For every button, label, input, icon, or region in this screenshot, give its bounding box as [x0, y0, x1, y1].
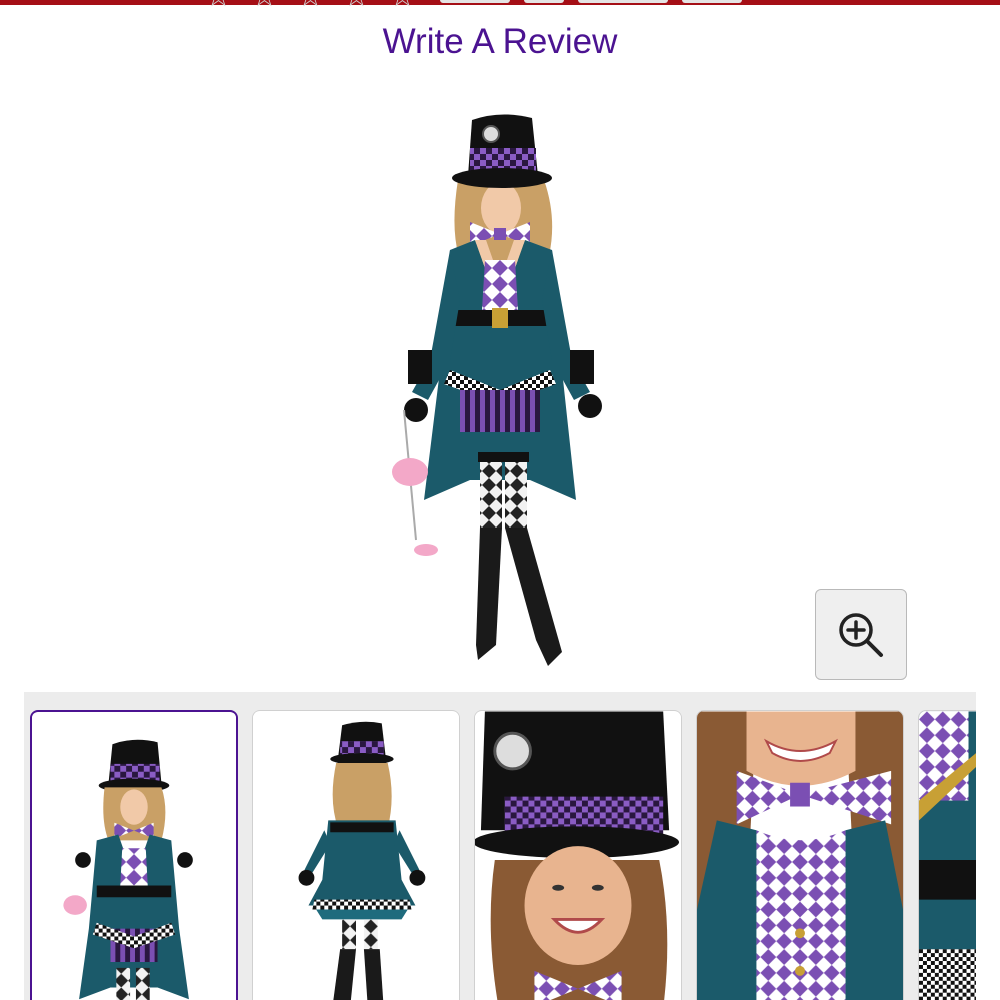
rating-summary-cutoff	[440, 0, 800, 4]
zoom-button[interactable]	[815, 589, 907, 680]
back-view-thumbnail	[253, 711, 459, 1000]
front-view-thumbnail	[32, 712, 236, 1000]
product-main-image[interactable]	[300, 100, 700, 680]
mad-hatter-costume-image	[392, 114, 602, 666]
thumbnail-bowtie-closeup[interactable]	[696, 710, 904, 1000]
star-icon: ☆	[251, 0, 283, 12]
thumbnail-hat-closeup[interactable]	[474, 710, 682, 1000]
star-icon: ☆	[205, 0, 237, 12]
thumbnail-jacket-detail[interactable]	[918, 710, 976, 1000]
hat-closeup-thumbnail	[475, 711, 681, 1000]
bowtie-closeup-thumbnail	[697, 711, 903, 1000]
thumbnail-strip[interactable]	[24, 692, 976, 1000]
jacket-detail-thumbnail	[919, 711, 976, 1000]
thumbnail-front-view[interactable]	[30, 710, 238, 1000]
rating-stars[interactable]: ☆ ☆ ☆ ☆ ☆	[205, 0, 421, 12]
zoom-in-icon	[839, 612, 883, 657]
thumbnail-back-view[interactable]	[252, 710, 460, 1000]
star-icon: ☆	[389, 0, 421, 12]
star-icon: ☆	[297, 0, 329, 12]
star-icon: ☆	[343, 0, 375, 12]
write-review-link[interactable]: Write A Review	[0, 22, 1000, 62]
